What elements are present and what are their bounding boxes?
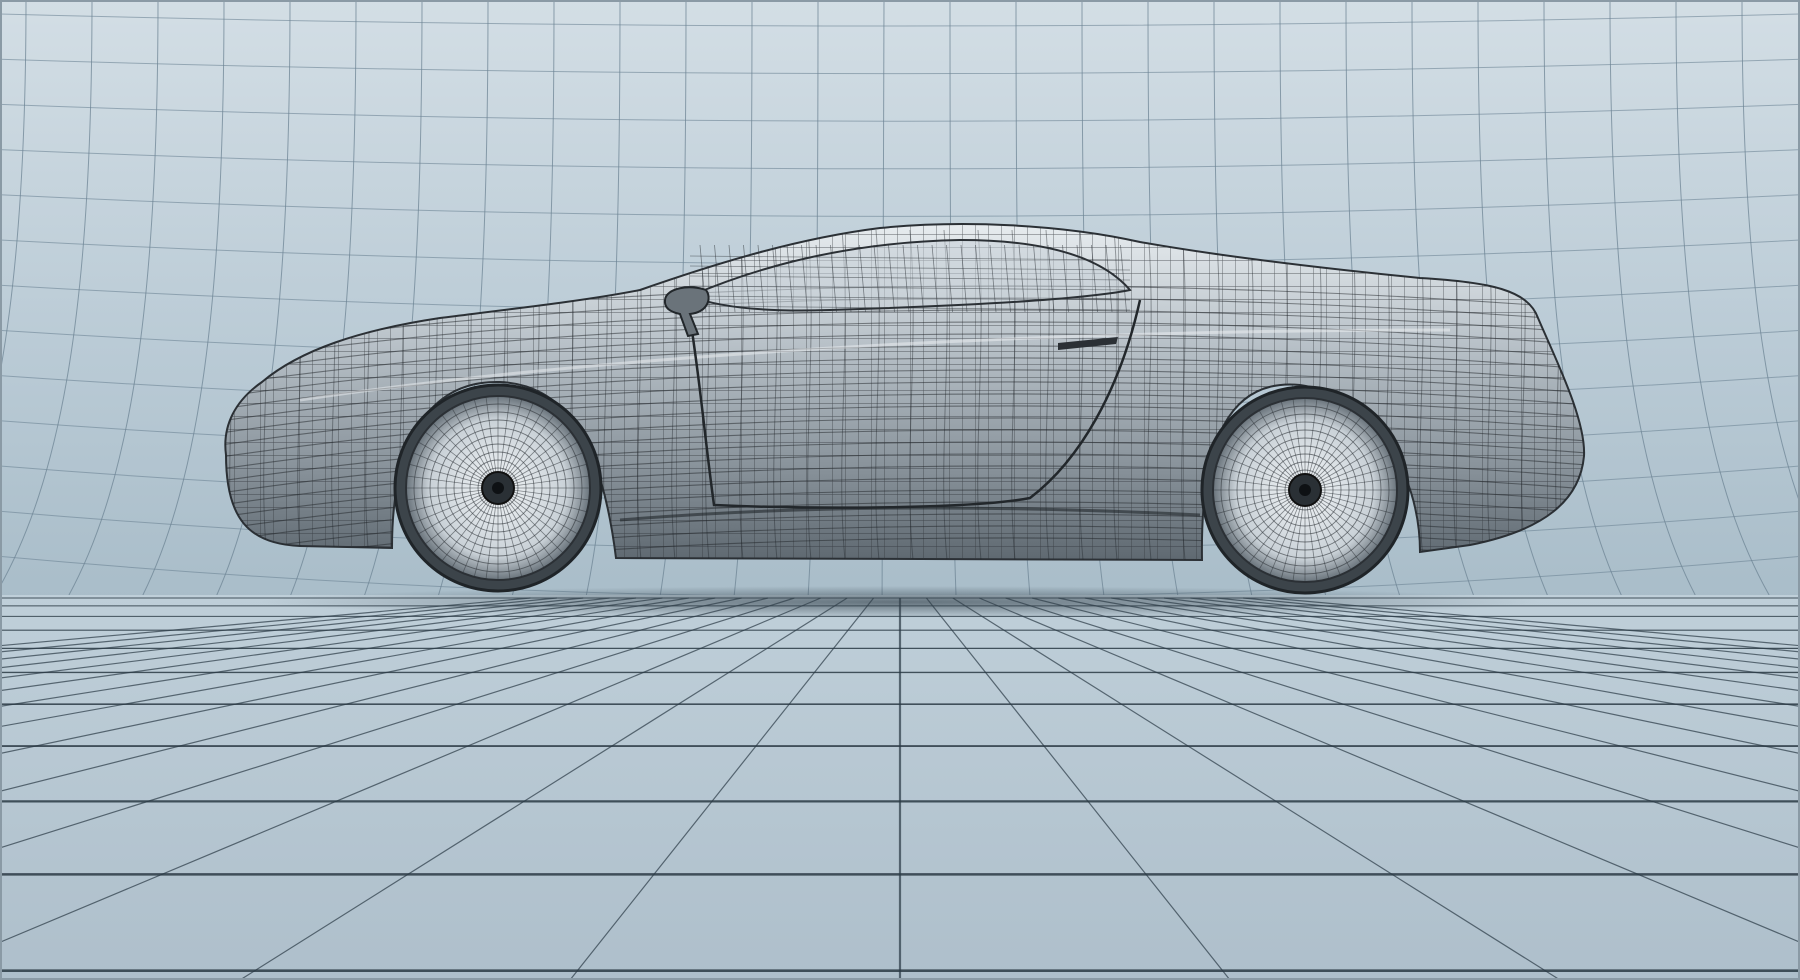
car-shadow <box>260 586 1540 618</box>
rear-wheel <box>1200 385 1410 595</box>
front-wheel <box>393 383 603 593</box>
wireframe-render-scene <box>0 0 1800 980</box>
render-canvas <box>0 0 1800 980</box>
